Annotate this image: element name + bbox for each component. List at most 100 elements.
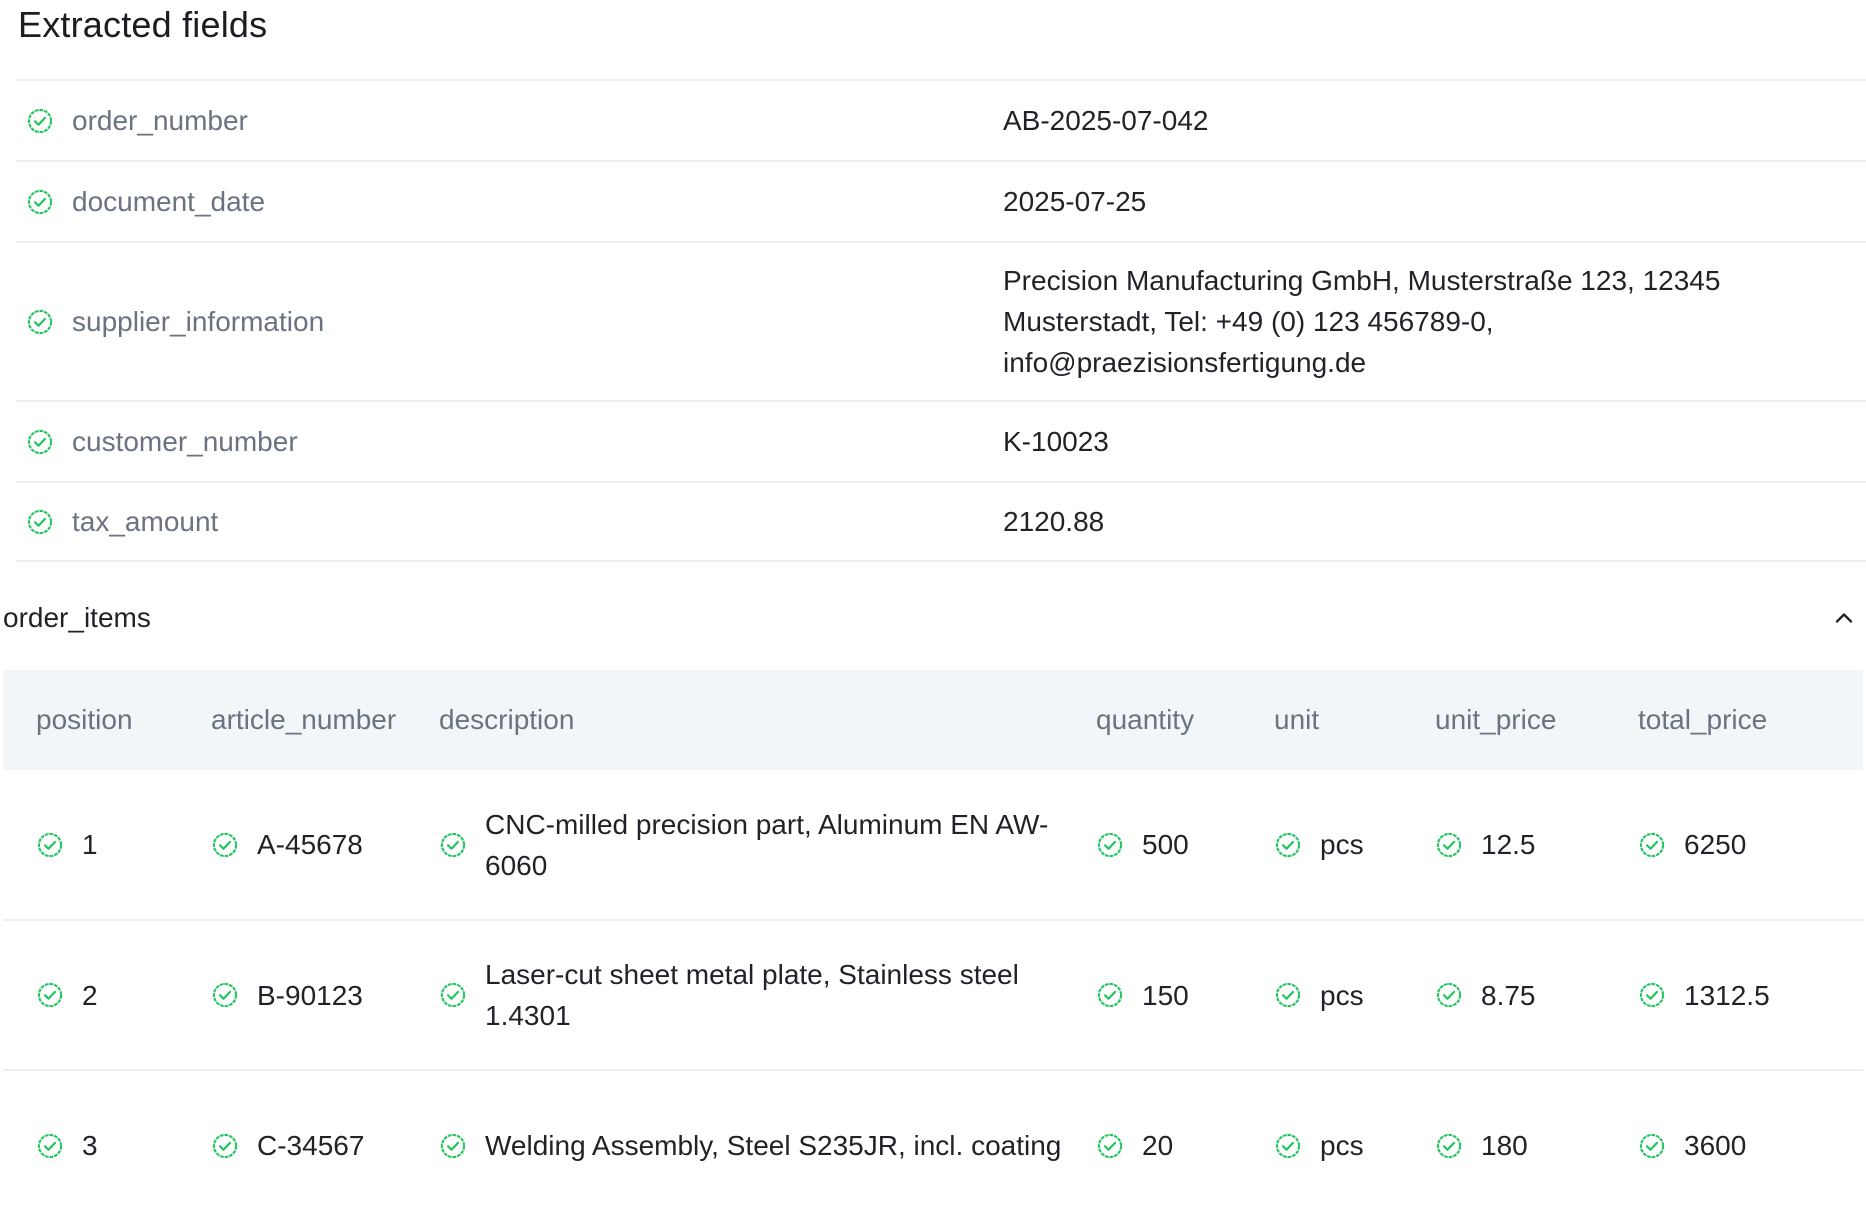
cell-value: 1312.5: [1684, 979, 1770, 1011]
column-header-position: position: [36, 704, 133, 735]
column-header-description: description: [439, 704, 575, 735]
field-value: 2025-07-25: [1003, 186, 1147, 217]
table-cell: CNC-milled precision part, Aluminum EN A…: [406, 770, 1063, 921]
order-items-title: order_items: [3, 602, 151, 633]
table-cell: 2: [3, 920, 178, 1071]
order-items-table: position article_number description quan…: [3, 670, 1863, 1206]
table-cell: 150: [1063, 920, 1241, 1071]
cell-value: Laser-cut sheet metal plate, Stainless s…: [485, 959, 1019, 1031]
table-cell: 1: [3, 770, 178, 921]
cell-value: 12.5: [1481, 829, 1536, 860]
check-circle-icon: [1274, 831, 1302, 859]
field-key-label: supplier_information: [72, 305, 325, 337]
table-cell: 180: [1402, 1070, 1605, 1206]
cell-value: 180: [1481, 1130, 1528, 1161]
field-row: document_date 2025-07-25: [16, 160, 1866, 241]
table-row: 1 A-45678 CNC-milled precision part, Alu…: [3, 770, 1863, 921]
field-value: AB-2025-07-042: [1003, 105, 1209, 136]
table-cell: 3: [3, 1070, 178, 1206]
check-circle-icon: [36, 981, 64, 1009]
column-header-unit-price: unit_price: [1435, 704, 1557, 735]
field-row: tax_amount 2120.88: [16, 481, 1866, 562]
check-circle-icon: [1096, 981, 1124, 1009]
check-circle-icon: [26, 508, 54, 536]
table-cell: C-34567: [178, 1070, 406, 1206]
field-row: supplier_information Precision Manufactu…: [16, 241, 1866, 400]
field-row: customer_number K-10023: [16, 400, 1866, 481]
check-circle-icon: [1274, 981, 1302, 1009]
cell-value: Welding Assembly, Steel S235JR, incl. co…: [485, 1130, 1062, 1161]
field-key-label: order_number: [72, 104, 248, 136]
field-key-label: tax_amount: [72, 505, 219, 537]
cell-value: 3: [82, 1130, 98, 1161]
cell-value: 500: [1142, 829, 1189, 860]
field-value: K-10023: [1003, 426, 1109, 457]
table-cell: 3600: [1605, 1070, 1863, 1206]
cell-value: A-45678: [257, 829, 363, 860]
check-circle-icon: [26, 428, 54, 456]
check-circle-icon: [1435, 831, 1463, 859]
cell-value: 8.75: [1481, 979, 1536, 1011]
check-circle-icon: [26, 107, 54, 135]
field-row: order_number AB-2025-07-042: [16, 79, 1866, 160]
cell-value: B-90123: [257, 979, 363, 1011]
table-cell: 6250: [1605, 770, 1863, 921]
check-circle-icon: [211, 981, 239, 1009]
table-cell: 20: [1063, 1070, 1241, 1206]
table-cell: 8.75: [1402, 920, 1605, 1071]
check-circle-icon: [1274, 1132, 1302, 1160]
field-key: document_date: [16, 186, 1003, 218]
cell-value: 20: [1142, 1130, 1174, 1161]
check-circle-icon: [1638, 981, 1666, 1009]
table-row: 3 C-34567 Welding Assembly, Steel S235JR…: [3, 1070, 1863, 1206]
cell-value: 2: [82, 979, 98, 1011]
cell-value: 6250: [1684, 829, 1747, 860]
cell-value: CNC-milled precision part, Aluminum EN A…: [485, 808, 1049, 881]
extraction-panel: Extracted fields order_number AB-2025-07…: [0, 0, 1866, 1206]
table-header-row: position article_number description quan…: [3, 670, 1863, 770]
table-cell: B-90123: [178, 920, 406, 1071]
check-circle-icon: [1096, 1132, 1124, 1160]
check-circle-icon: [1638, 1132, 1666, 1160]
check-circle-icon: [439, 981, 467, 1009]
table-cell: pcs: [1241, 770, 1402, 921]
field-key-label: document_date: [72, 185, 266, 217]
field-value: Precision Manufacturing GmbH, Musterstra…: [1003, 265, 1721, 378]
table-cell: pcs: [1241, 920, 1402, 1071]
column-header-article-number: article_number: [211, 704, 397, 735]
check-circle-icon: [1638, 831, 1666, 859]
table-cell: A-45678: [178, 770, 406, 921]
check-circle-icon: [439, 1132, 467, 1160]
field-value: 2120.88: [1003, 506, 1105, 537]
cell-value: pcs: [1320, 1130, 1364, 1161]
column-header-quantity: quantity: [1096, 704, 1195, 735]
table-cell: 1312.5: [1605, 920, 1863, 1071]
column-header-unit: unit: [1274, 704, 1320, 735]
check-circle-icon: [36, 831, 64, 859]
table-cell: Laser-cut sheet metal plate, Stainless s…: [406, 920, 1063, 1071]
field-key: tax_amount: [16, 506, 1003, 538]
field-key: customer_number: [16, 426, 1003, 458]
check-circle-icon: [1096, 831, 1124, 859]
chevron-up-icon[interactable]: [1830, 604, 1858, 632]
check-circle-icon: [1435, 981, 1463, 1009]
table-cell: 12.5: [1402, 770, 1605, 921]
table-row: 2 B-90123 Laser-cut sheet metal plate, S…: [3, 920, 1863, 1071]
cell-value: 3600: [1684, 1130, 1747, 1161]
check-circle-icon: [211, 1132, 239, 1160]
section-title: Extracted fields: [18, 4, 268, 45]
cell-value: 150: [1142, 979, 1189, 1011]
cell-value: pcs: [1320, 829, 1364, 860]
check-circle-icon: [26, 308, 54, 336]
check-circle-icon: [1435, 1132, 1463, 1160]
field-key: order_number: [16, 105, 1003, 137]
field-key: supplier_information: [16, 306, 1003, 338]
fields-list: order_number AB-2025-07-042 document_dat…: [16, 79, 1866, 562]
column-header-total-price: total_price: [1638, 704, 1768, 735]
table-cell: 500: [1063, 770, 1241, 921]
check-circle-icon: [211, 831, 239, 859]
cell-value: 1: [82, 829, 98, 860]
table-cell: Welding Assembly, Steel S235JR, incl. co…: [406, 1070, 1063, 1206]
check-circle-icon: [26, 188, 54, 216]
order-items-header[interactable]: order_items: [3, 594, 1866, 642]
